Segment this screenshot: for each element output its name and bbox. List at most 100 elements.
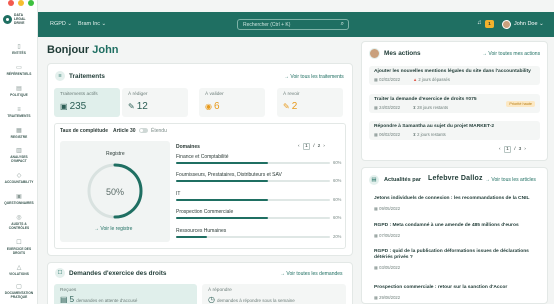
domaines-pagination: ‹ 1 / 2 › <box>298 143 325 150</box>
article-30-tab[interactable]: Article 30 <box>113 128 136 134</box>
alert-icon: △ <box>16 265 22 271</box>
domaine-percent: 60% <box>333 160 342 165</box>
domaine-percent: 60% <box>333 197 342 202</box>
window-controls <box>8 0 34 8</box>
building-icon: ▯ <box>17 44 21 50</box>
see-all-traitements-link[interactable]: → Voir tous les traitements <box>284 74 344 80</box>
check-icon: ▣ <box>60 102 68 111</box>
domaine-percent: 20% <box>333 234 342 239</box>
action-item[interactable]: Traiter la demande d'exercice de droits … <box>369 94 540 113</box>
notification-badge[interactable]: 1 <box>485 20 494 28</box>
maximize-window-button[interactable] <box>28 0 34 6</box>
logo[interactable]: DATA LEGAL DRIVE <box>3 13 35 25</box>
document-icon: ▤ <box>16 86 22 92</box>
list-icon: ≡ <box>55 71 65 81</box>
registre-title: Registre <box>106 151 125 157</box>
domaine-percent: 60% <box>333 178 342 183</box>
see-all-actions-link[interactable]: → Voir toutes mes actions <box>482 51 540 57</box>
traitements-title: Traitements <box>69 73 105 80</box>
company-dropdown[interactable]: Bram Inc ⌄ <box>78 21 106 27</box>
stat-demandes-recues[interactable]: Reçues ▤ 5 demandes en attente d'accusé <box>54 284 197 304</box>
domaine-name: Prospection Commerciale <box>176 209 234 215</box>
domaine-progress-fill <box>176 217 269 219</box>
domaine-progress-track <box>176 236 330 238</box>
rights-icon: ☐ <box>55 268 65 278</box>
page-total: 3 <box>518 147 522 152</box>
domaine-progress-fill <box>176 180 269 182</box>
etendu-label: Étendu <box>151 128 167 134</box>
page-total: 2 <box>317 144 321 149</box>
rights-icon: ☐ <box>16 240 22 246</box>
page-current[interactable]: 1 <box>503 146 512 153</box>
top-bar: RGPD ⌄ Bram Inc ⌄ Rechercher (Ctrl + K) … <box>38 12 554 37</box>
sidebar-item-audits[interactable]: ◎ AUDITS & CONTRÔLES <box>0 215 38 231</box>
domaine-name: Ressources Humaines <box>176 228 227 234</box>
folder-icon: ▢ <box>16 284 22 290</box>
sidebar-item-registre[interactable]: ▦ REGISTRE <box>0 128 38 140</box>
sidebar-item-referentiels[interactable]: ▭ RÉFÉRENTIELS <box>0 65 38 77</box>
stat-a-valider[interactable]: À valider ◉ 6 <box>199 88 265 117</box>
domaine-percent: 60% <box>333 215 342 220</box>
org-dropdown[interactable]: RGPD ⌄ <box>50 21 72 27</box>
domaines-title: Domaines <box>176 144 200 150</box>
survey-icon: ▣ <box>16 194 22 200</box>
domaine-name: IT <box>176 191 181 197</box>
actions-title: Mes actions <box>384 50 421 57</box>
sidebar-item-entites[interactable]: ▯ ENTITÉS <box>0 44 38 56</box>
demandes-title: Demandes d'exercice des droits <box>69 270 167 277</box>
page-current[interactable]: 1 <box>302 143 311 150</box>
minimize-window-button[interactable] <box>18 0 24 6</box>
register-icon: ▦ <box>16 128 22 134</box>
logo-text: DATA LEGAL DRIVE <box>14 13 26 25</box>
logo-icon <box>3 15 12 25</box>
page-title: Bonjour John <box>47 44 119 56</box>
registre-percent: 50% <box>106 187 125 197</box>
chevron-down-icon: ⌄ <box>67 21 73 27</box>
stat-traitements-actifs[interactable]: Traitements actifs ▣ 235 <box>54 88 120 117</box>
bell-icon[interactable]: ♫ <box>477 20 482 26</box>
stat-a-rediger[interactable]: À rédiger ✎ 12 <box>122 88 188 117</box>
user-menu[interactable]: John Doe ⌄ <box>514 21 544 27</box>
close-window-button[interactable] <box>8 0 14 6</box>
avatar <box>369 48 380 59</box>
sidebar-item-politique[interactable]: ▤ POLITIQUE <box>0 86 38 98</box>
audit-icon: ◎ <box>16 215 22 221</box>
shield-icon: ◇ <box>16 173 22 179</box>
news-brand-logo: Lefebvre Dalloz <box>428 175 483 182</box>
domaine-name: Finance et Comptabilité <box>176 154 229 160</box>
etendu-toggle[interactable] <box>139 128 148 133</box>
sidebar-item-questionnaires[interactable]: ▣ QUESTIONNAIRES <box>0 194 38 206</box>
chevron-left-icon[interactable]: ‹ <box>298 144 300 149</box>
clock-icon: ◷ <box>208 295 215 304</box>
see-all-articles-link[interactable]: → Voir tous les articles <box>485 177 536 183</box>
sidebar-item-documentation[interactable]: ▢ DOCUMENTATION PRATIQUE <box>0 284 38 300</box>
inbox-icon: ▤ <box>60 295 68 304</box>
sidebar: DATA LEGAL DRIVE ▯ ENTITÉS ▭ RÉFÉRENTIEL… <box>0 0 38 304</box>
domaine-name: Fournisseurs, Prestataires, Distributeur… <box>176 172 282 178</box>
news-icon: ▤ <box>369 175 379 185</box>
sidebar-item-violations[interactable]: △ VIOLATIONS <box>0 265 38 277</box>
sidebar-item-exercice[interactable]: ☐ EXERCICE DES DROITS <box>0 240 38 256</box>
domaine-progress-track <box>176 180 330 182</box>
book-icon: ▭ <box>16 65 22 71</box>
domaine-progress-track <box>176 199 330 201</box>
avatar[interactable] <box>502 20 511 29</box>
chevron-left-icon[interactable]: ‹ <box>499 147 501 152</box>
stat-a-revoir[interactable]: À revoir ✎ 2 <box>277 88 343 117</box>
sidebar-item-analyses[interactable]: ▥ ANALYSES D'IMPACT <box>0 148 38 164</box>
search-input[interactable]: Rechercher (Ctrl + K) ⌕ <box>237 19 349 30</box>
actions-pagination: ‹ 1 / 3 › <box>499 146 526 153</box>
action-item[interactable]: Répondre à Samantha au sujet du projet M… <box>369 121 540 140</box>
chevron-right-icon[interactable]: › <box>524 147 526 152</box>
action-item[interactable]: Ajouter les nouvelles mentions légales d… <box>369 66 540 85</box>
search-icon: ⌕ <box>340 21 344 27</box>
stat-demandes-a-repondre[interactable]: À répondre ◷ demandes à répondre sous la … <box>202 284 346 304</box>
pen-icon: ✎ <box>283 102 290 111</box>
compliance-label: Taux de complétude <box>60 128 108 134</box>
voir-registre-link[interactable]: → Voir le registre <box>94 226 132 232</box>
see-all-demandes-link[interactable]: → Voir toutes les demandes <box>280 271 343 277</box>
sidebar-item-accountability[interactable]: ◇ ACCOUNTABILITY <box>0 173 38 185</box>
chart-icon: ▥ <box>16 148 22 154</box>
chevron-right-icon[interactable]: › <box>323 144 325 149</box>
sidebar-item-traitements[interactable]: ≡ TRAITEMENTS <box>0 107 38 119</box>
